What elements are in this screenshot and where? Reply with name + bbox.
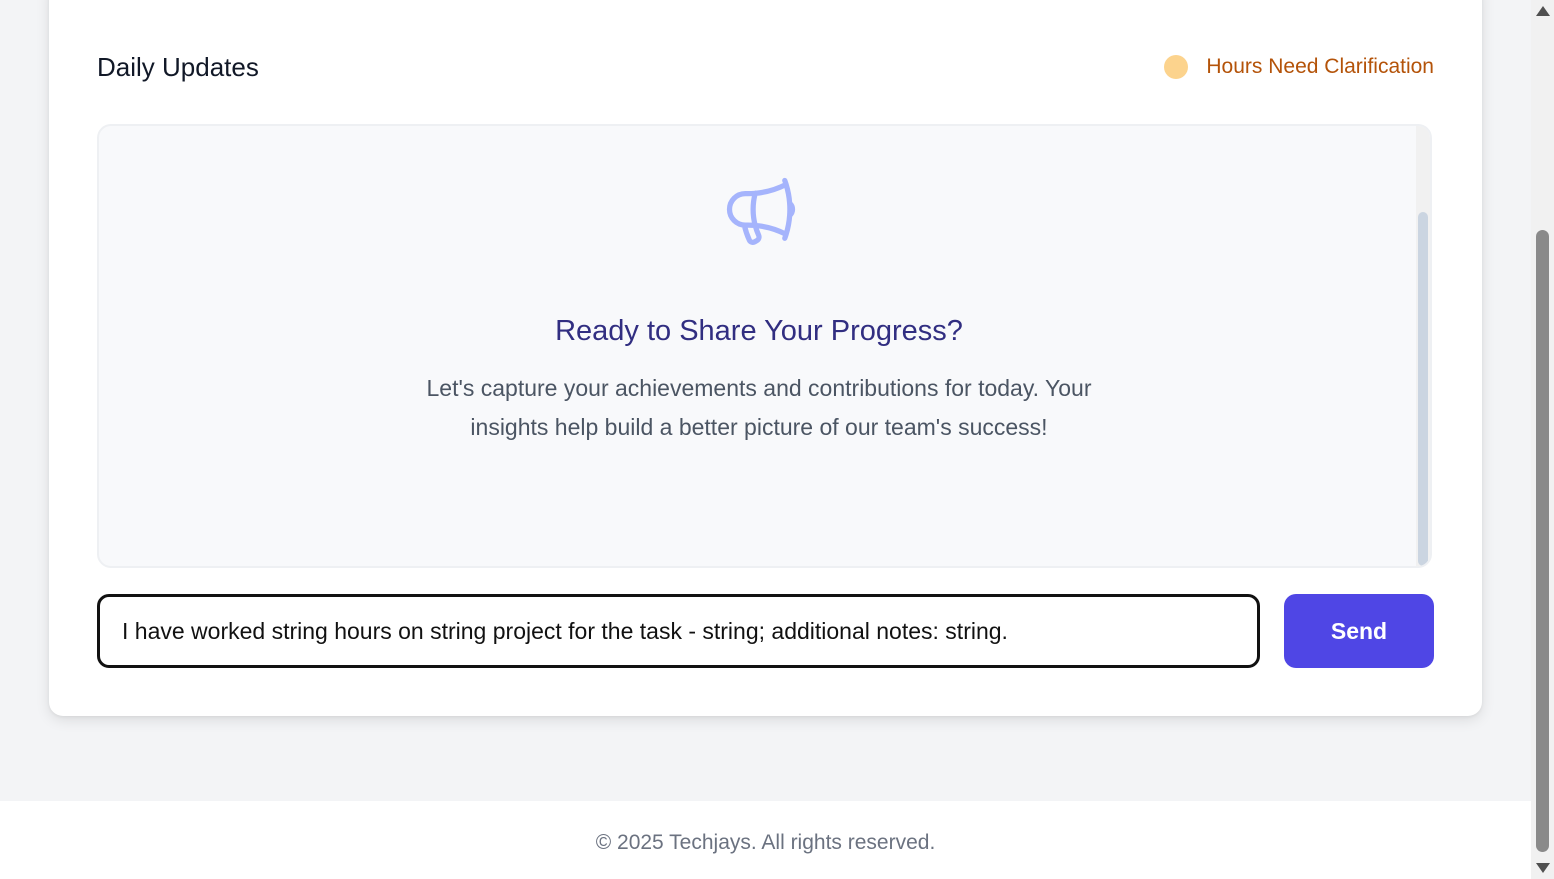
megaphone-icon	[726, 177, 796, 245]
page-scrollbar[interactable]	[1531, 0, 1554, 879]
status-label: Hours Need Clarification	[1206, 55, 1434, 78]
footer-copyright: © 2025 Techjays. All rights reserved.	[595, 831, 936, 854]
chat-scrollbar-thumb[interactable]	[1418, 212, 1428, 566]
daily-updates-card: Daily Updates Hours Need Clarification R…	[49, 0, 1482, 716]
chat-messages-area[interactable]: Ready to Share Your Progress? Let's capt…	[97, 124, 1432, 568]
status-indicator: Hours Need Clarification	[1164, 52, 1434, 82]
footer: © 2025 Techjays. All rights reserved.	[0, 801, 1531, 879]
page: Daily Updates Hours Need Clarification R…	[0, 0, 1531, 879]
scroll-up-arrow-icon[interactable]	[1536, 6, 1550, 16]
empty-state-title: Ready to Share Your Progress?	[555, 315, 963, 347]
send-button[interactable]: Send	[1284, 594, 1434, 668]
chat-scrollbar[interactable]	[1416, 126, 1430, 566]
scroll-down-arrow-icon[interactable]	[1536, 863, 1550, 873]
message-input[interactable]	[100, 597, 1257, 665]
status-dot-icon	[1164, 55, 1189, 79]
page-scrollbar-thumb[interactable]	[1536, 230, 1549, 852]
page-title: Daily Updates	[97, 52, 259, 82]
message-input-wrapper	[97, 594, 1260, 668]
empty-state-description: Let's capture your achievements and cont…	[426, 375, 1092, 440]
